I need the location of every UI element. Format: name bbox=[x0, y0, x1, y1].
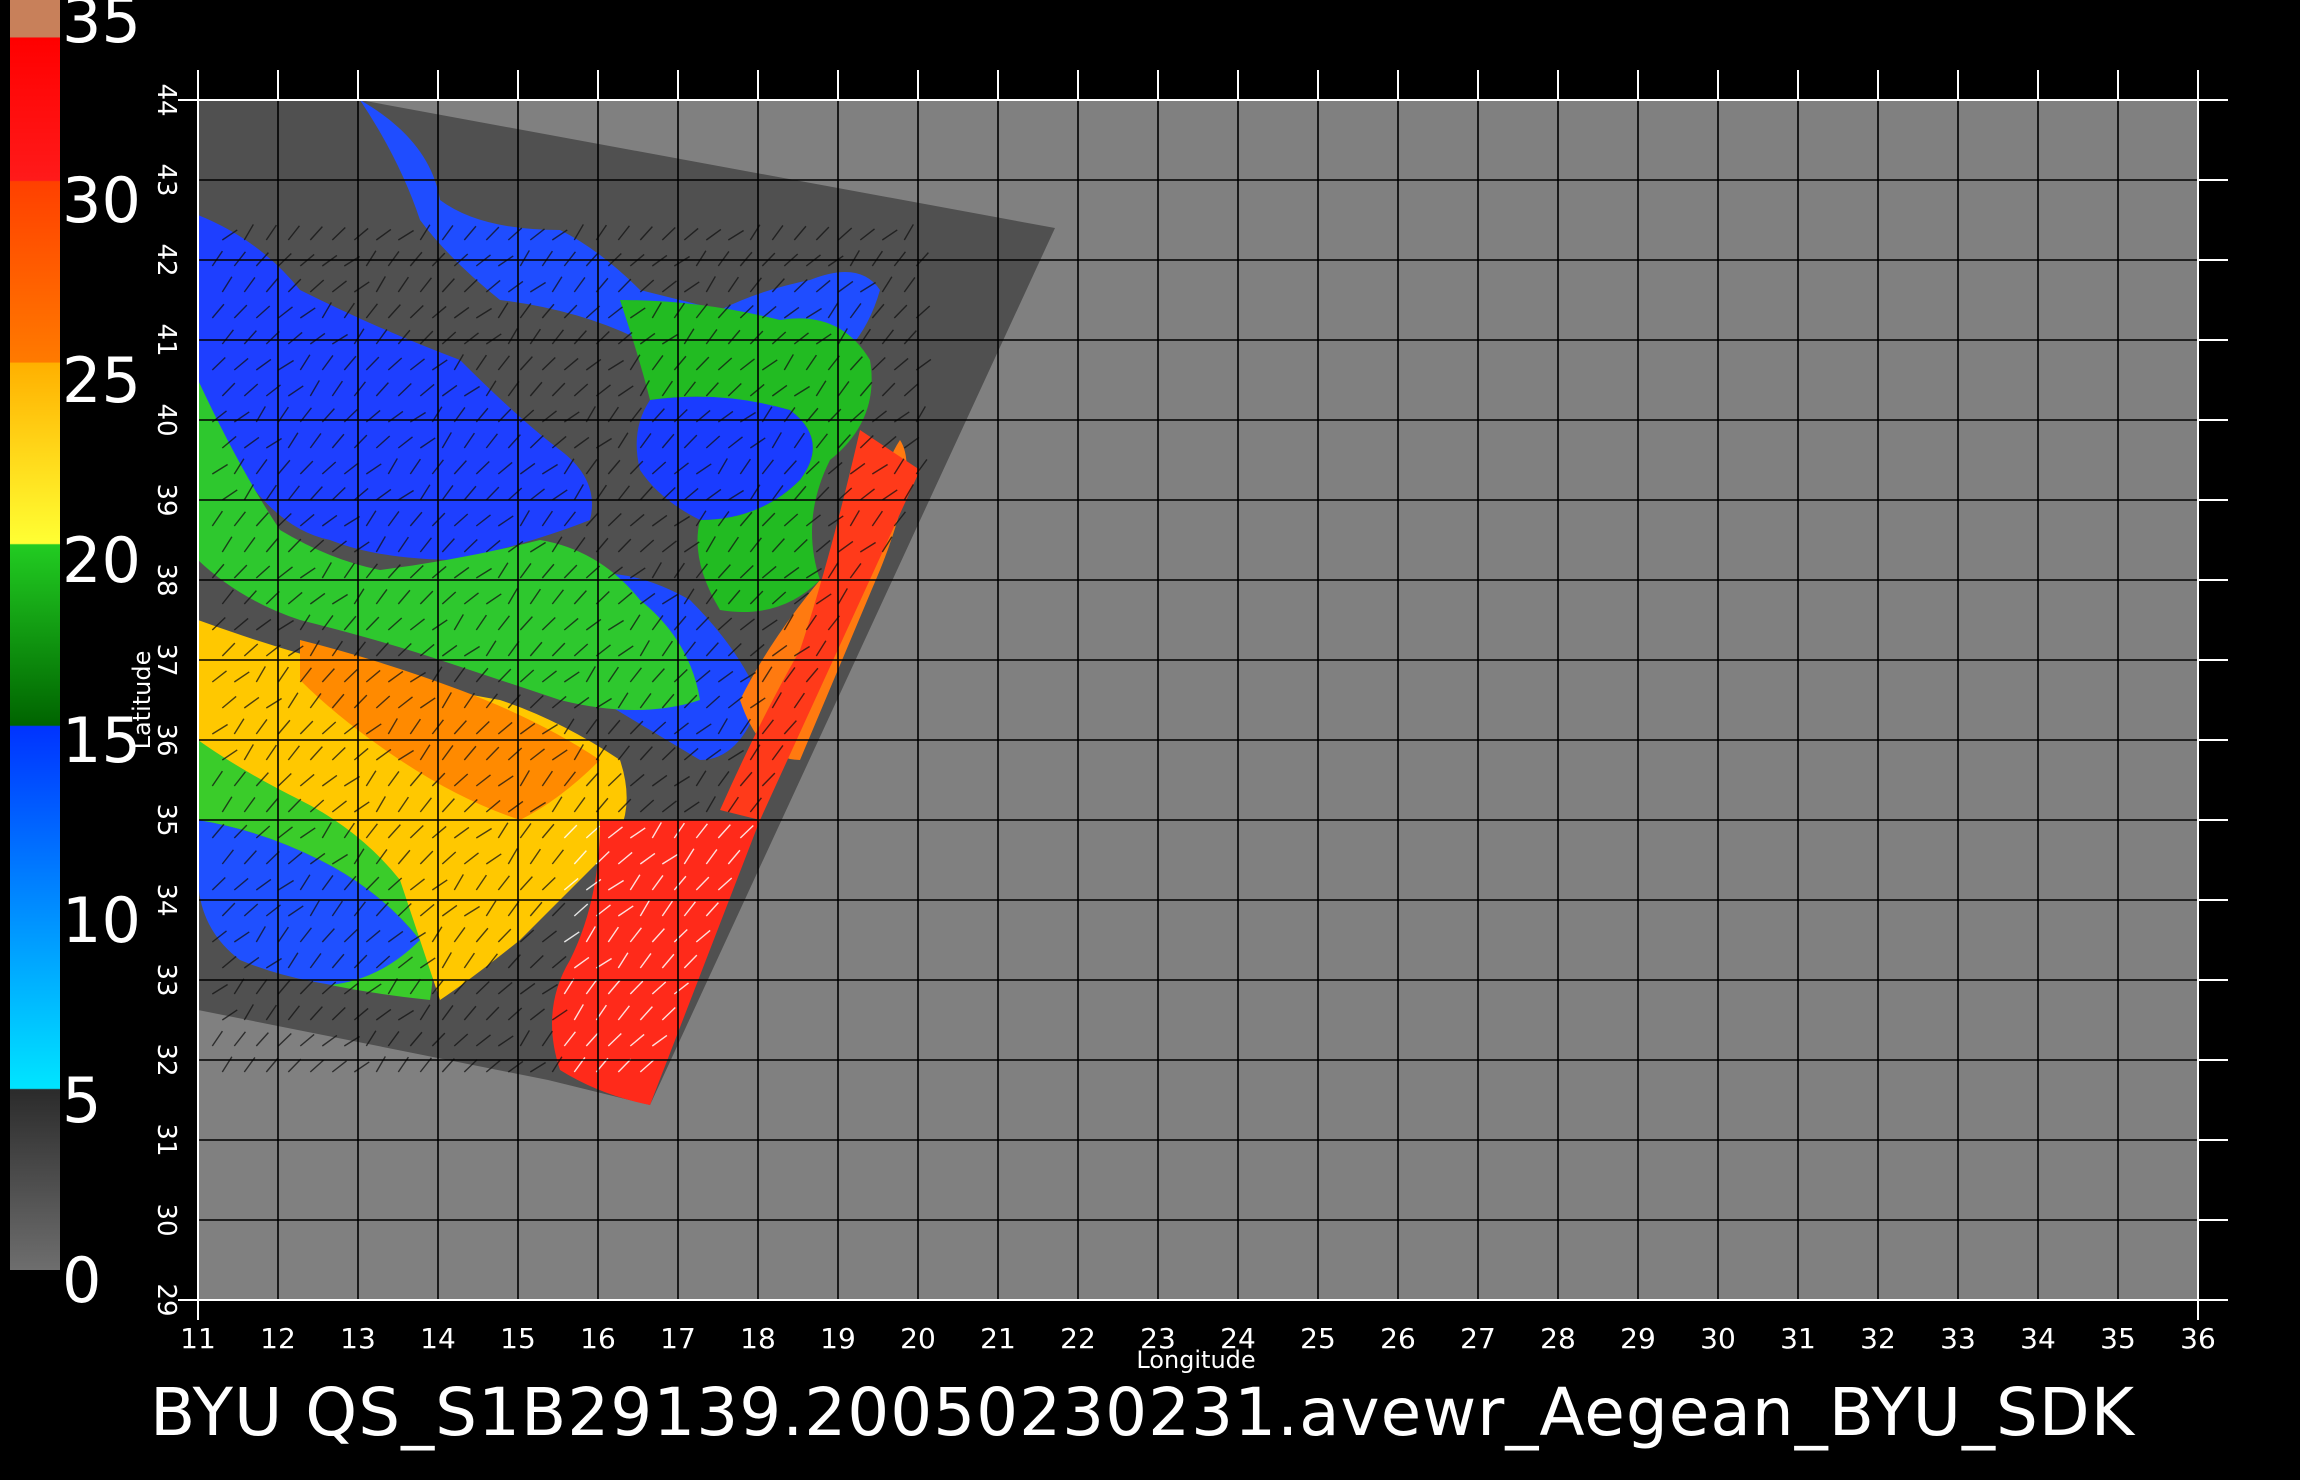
lat-tick-label: 43 bbox=[151, 163, 181, 196]
lon-tick-label: 18 bbox=[740, 1322, 776, 1355]
lon-tick-label: 34 bbox=[2020, 1322, 2056, 1355]
lon-tick-label: 12 bbox=[260, 1322, 296, 1355]
lon-tick-label: 17 bbox=[660, 1322, 696, 1355]
lon-tick-label: 20 bbox=[900, 1322, 936, 1355]
lat-tick-label: 31 bbox=[151, 1123, 181, 1156]
lon-tick-label: 35 bbox=[2100, 1322, 2136, 1355]
lon-tick-label: 25 bbox=[1300, 1322, 1336, 1355]
colorbar-label: 25 bbox=[62, 344, 141, 417]
colorbar-label: 35 bbox=[62, 0, 141, 57]
colorbar-label: 30 bbox=[62, 164, 141, 237]
lat-tick-label: 30 bbox=[151, 1203, 181, 1236]
lon-tick-label: 26 bbox=[1380, 1322, 1416, 1355]
lon-tick-label: 30 bbox=[1700, 1322, 1736, 1355]
colorbar-label: 20 bbox=[62, 524, 141, 597]
lat-tick-label: 38 bbox=[151, 563, 181, 596]
lat-tick-label: 39 bbox=[151, 483, 181, 516]
lat-tick-label: 32 bbox=[151, 1043, 181, 1076]
lon-tick-label: 21 bbox=[980, 1322, 1016, 1355]
x-axis-label: Longitude bbox=[1136, 1346, 1255, 1374]
lon-tick-label: 13 bbox=[340, 1322, 376, 1355]
lon-tick-label: 36 bbox=[2180, 1322, 2216, 1355]
lon-tick-label: 27 bbox=[1460, 1322, 1496, 1355]
colorbar-label: 10 bbox=[62, 884, 141, 957]
lat-tick-label: 41 bbox=[151, 323, 181, 356]
lon-tick-label: 31 bbox=[1780, 1322, 1816, 1355]
lon-tick-label: 15 bbox=[500, 1322, 536, 1355]
y-axis-label: Latitude bbox=[128, 651, 156, 750]
lon-tick-label: 29 bbox=[1620, 1322, 1656, 1355]
lon-tick-label: 33 bbox=[1940, 1322, 1976, 1355]
lon-tick-label: 16 bbox=[580, 1322, 616, 1355]
lon-tick-label: 28 bbox=[1540, 1322, 1576, 1355]
colorbar-label: 0 bbox=[62, 1244, 101, 1317]
lat-tick-label: 33 bbox=[151, 963, 181, 996]
lon-tick-label: 11 bbox=[180, 1322, 216, 1355]
lat-tick-label: 40 bbox=[151, 403, 181, 436]
colorbar: 35302520151050 bbox=[10, 0, 141, 1317]
wind-speed-map: 35302520151050 11 12 13 14 15 16 17 18 19 20 21 22 2… bbox=[10, 0, 2228, 1451]
colorbar-scale bbox=[10, 0, 60, 1270]
lon-tick-label: 19 bbox=[820, 1322, 856, 1355]
lat-tick-label: 35 bbox=[151, 803, 181, 836]
lon-tick-label: 14 bbox=[420, 1322, 456, 1355]
lat-tick-label: 34 bbox=[151, 883, 181, 916]
lat-tick-label: 29 bbox=[151, 1283, 181, 1316]
file-caption: BYU QS_S1B29139.20050230231.avewr_Aegean… bbox=[150, 1374, 2136, 1451]
colorbar-label: 5 bbox=[62, 1064, 101, 1137]
lon-tick-label: 22 bbox=[1060, 1322, 1096, 1355]
lat-tick-label: 44 bbox=[151, 83, 181, 116]
lat-tick-label: 42 bbox=[151, 243, 181, 276]
lon-tick-label: 32 bbox=[1860, 1322, 1896, 1355]
